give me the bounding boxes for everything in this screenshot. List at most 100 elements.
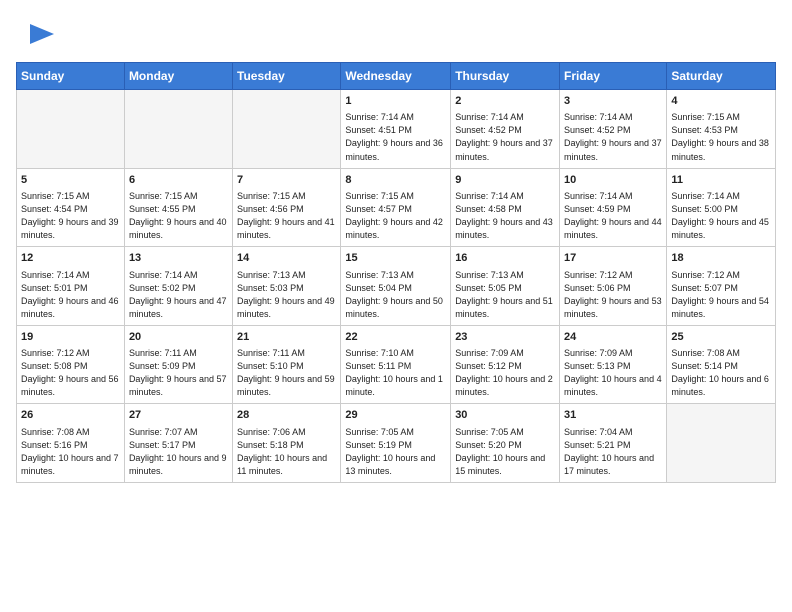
day-info: Sunrise: 7:13 AM Sunset: 5:03 PM Dayligh… [237, 269, 336, 321]
day-cell-4: 4 Sunrise: 7:15 AM Sunset: 4:53 PM Daylig… [667, 90, 776, 169]
day-cell-8: 8 Sunrise: 7:15 AM Sunset: 4:57 PM Daylig… [341, 168, 451, 247]
day-number: 16 [455, 251, 555, 266]
week-row-2: 12 Sunrise: 7:14 AM Sunset: 5:01 PM Dayli… [17, 247, 776, 326]
day-info: Sunrise: 7:14 AM Sunset: 4:59 PM Dayligh… [564, 190, 662, 242]
day-info: Sunrise: 7:14 AM Sunset: 4:52 PM Dayligh… [455, 111, 555, 163]
day-info: Sunrise: 7:14 AM Sunset: 5:00 PM Dayligh… [671, 190, 771, 242]
day-number: 19 [21, 330, 120, 345]
day-number: 29 [345, 408, 446, 423]
day-cell-5: 5 Sunrise: 7:15 AM Sunset: 4:54 PM Daylig… [17, 168, 125, 247]
day-cell-7: 7Sunrise: 7:15 AM Sunset: 4:56 PM Daylig… [233, 168, 341, 247]
day-info: Sunrise: 7:04 AM Sunset: 5:21 PM Dayligh… [564, 426, 662, 478]
day-cell-23: 23 Sunrise: 7:09 AM Sunset: 5:12 PM Dayli… [451, 325, 560, 404]
day-cell-2: 2 Sunrise: 7:14 AM Sunset: 4:52 PM Daylig… [451, 90, 560, 169]
day-cell-19: 19 Sunrise: 7:12 AM Sunset: 5:08 PM Dayli… [17, 325, 125, 404]
day-number: 5 [21, 173, 120, 188]
week-row-1: 5 Sunrise: 7:15 AM Sunset: 4:54 PM Daylig… [17, 168, 776, 247]
day-number: 20 [129, 330, 228, 345]
day-info: Sunrise: 7:15 AM Sunset: 4:56 PM Dayligh… [237, 190, 336, 242]
day-number: 31 [564, 408, 662, 423]
day-cell-11: 11Sunrise: 7:14 AM Sunset: 5:00 PM Dayli… [667, 168, 776, 247]
day-number: 25 [671, 330, 771, 345]
day-number: 9 [455, 173, 555, 188]
calendar-body: 1 Sunrise: 7:14 AM Sunset: 4:51 PM Daylig… [17, 90, 776, 483]
day-cell-27: 27Sunrise: 7:07 AM Sunset: 5:17 PM Dayli… [124, 404, 232, 483]
day-number: 21 [237, 330, 336, 345]
day-info: Sunrise: 7:12 AM Sunset: 5:07 PM Dayligh… [671, 269, 771, 321]
day-info: Sunrise: 7:09 AM Sunset: 5:13 PM Dayligh… [564, 347, 662, 399]
day-number: 3 [564, 94, 662, 109]
week-row-4: 26Sunrise: 7:08 AM Sunset: 5:16 PM Dayli… [17, 404, 776, 483]
day-number: 14 [237, 251, 336, 266]
dow-friday: Friday [560, 63, 667, 90]
day-info: Sunrise: 7:08 AM Sunset: 5:16 PM Dayligh… [21, 426, 120, 478]
day-info: Sunrise: 7:15 AM Sunset: 4:55 PM Dayligh… [129, 190, 228, 242]
week-row-0: 1 Sunrise: 7:14 AM Sunset: 4:51 PM Daylig… [17, 90, 776, 169]
day-info: Sunrise: 7:05 AM Sunset: 5:19 PM Dayligh… [345, 426, 446, 478]
day-info: Sunrise: 7:14 AM Sunset: 5:01 PM Dayligh… [21, 269, 120, 321]
day-cell-15: 15Sunrise: 7:13 AM Sunset: 5:04 PM Dayli… [341, 247, 451, 326]
day-number: 10 [564, 173, 662, 188]
dow-monday: Monday [124, 63, 232, 90]
day-cell-28: 28Sunrise: 7:06 AM Sunset: 5:18 PM Dayli… [233, 404, 341, 483]
day-cell-1: 1 Sunrise: 7:14 AM Sunset: 4:51 PM Daylig… [341, 90, 451, 169]
day-number: 27 [129, 408, 228, 423]
day-number: 30 [455, 408, 555, 423]
day-cell-13: 13 Sunrise: 7:14 AM Sunset: 5:02 PM Dayli… [124, 247, 232, 326]
day-cell-3: 3 Sunrise: 7:14 AM Sunset: 4:52 PM Daylig… [560, 90, 667, 169]
empty-cell [17, 90, 125, 169]
day-info: Sunrise: 7:05 AM Sunset: 5:20 PM Dayligh… [455, 426, 555, 478]
day-cell-22: 22Sunrise: 7:10 AM Sunset: 5:11 PM Dayli… [341, 325, 451, 404]
day-cell-6: 6 Sunrise: 7:15 AM Sunset: 4:55 PM Daylig… [124, 168, 232, 247]
empty-cell [124, 90, 232, 169]
day-cell-9: 9 Sunrise: 7:14 AM Sunset: 4:58 PM Daylig… [451, 168, 560, 247]
day-number: 8 [345, 173, 446, 188]
day-info: Sunrise: 7:06 AM Sunset: 5:18 PM Dayligh… [237, 426, 336, 478]
day-cell-21: 21Sunrise: 7:11 AM Sunset: 5:10 PM Dayli… [233, 325, 341, 404]
day-info: Sunrise: 7:14 AM Sunset: 5:02 PM Dayligh… [129, 269, 228, 321]
day-number: 15 [345, 251, 446, 266]
day-number: 18 [671, 251, 771, 266]
day-cell-20: 20 Sunrise: 7:11 AM Sunset: 5:09 PM Dayli… [124, 325, 232, 404]
day-cell-17: 17Sunrise: 7:12 AM Sunset: 5:06 PM Dayli… [560, 247, 667, 326]
day-info: Sunrise: 7:15 AM Sunset: 4:57 PM Dayligh… [345, 190, 446, 242]
day-cell-30: 30 Sunrise: 7:05 AM Sunset: 5:20 PM Dayli… [451, 404, 560, 483]
day-cell-26: 26Sunrise: 7:08 AM Sunset: 5:16 PM Dayli… [17, 404, 125, 483]
dow-wednesday: Wednesday [341, 63, 451, 90]
day-cell-16: 16Sunrise: 7:13 AM Sunset: 5:05 PM Dayli… [451, 247, 560, 326]
empty-cell [233, 90, 341, 169]
day-info: Sunrise: 7:15 AM Sunset: 4:54 PM Dayligh… [21, 190, 120, 242]
day-info: Sunrise: 7:09 AM Sunset: 5:12 PM Dayligh… [455, 347, 555, 399]
day-info: Sunrise: 7:08 AM Sunset: 5:14 PM Dayligh… [671, 347, 771, 399]
day-cell-25: 25 Sunrise: 7:08 AM Sunset: 5:14 PM Dayli… [667, 325, 776, 404]
days-of-week-row: SundayMondayTuesdayWednesdayThursdayFrid… [17, 63, 776, 90]
day-cell-31: 31 Sunrise: 7:04 AM Sunset: 5:21 PM Dayli… [560, 404, 667, 483]
week-row-3: 19 Sunrise: 7:12 AM Sunset: 5:08 PM Dayli… [17, 325, 776, 404]
empty-cell [667, 404, 776, 483]
dow-tuesday: Tuesday [233, 63, 341, 90]
day-number: 22 [345, 330, 446, 345]
day-number: 1 [345, 94, 446, 109]
day-number: 6 [129, 173, 228, 188]
logo [16, 16, 54, 52]
day-info: Sunrise: 7:14 AM Sunset: 4:51 PM Dayligh… [345, 111, 446, 163]
day-info: Sunrise: 7:14 AM Sunset: 4:52 PM Dayligh… [564, 111, 662, 163]
day-info: Sunrise: 7:15 AM Sunset: 4:53 PM Dayligh… [671, 111, 771, 163]
day-info: Sunrise: 7:11 AM Sunset: 5:09 PM Dayligh… [129, 347, 228, 399]
day-cell-24: 24 Sunrise: 7:09 AM Sunset: 5:13 PM Dayli… [560, 325, 667, 404]
day-number: 12 [21, 251, 120, 266]
calendar: SundayMondayTuesdayWednesdayThursdayFrid… [16, 62, 776, 483]
day-number: 4 [671, 94, 771, 109]
day-cell-29: 29 Sunrise: 7:05 AM Sunset: 5:19 PM Dayli… [341, 404, 451, 483]
dow-sunday: Sunday [17, 63, 125, 90]
dow-thursday: Thursday [451, 63, 560, 90]
header [16, 16, 776, 52]
day-info: Sunrise: 7:12 AM Sunset: 5:08 PM Dayligh… [21, 347, 120, 399]
day-number: 24 [564, 330, 662, 345]
day-number: 23 [455, 330, 555, 345]
day-cell-10: 10 Sunrise: 7:14 AM Sunset: 4:59 PM Dayli… [560, 168, 667, 247]
day-number: 13 [129, 251, 228, 266]
logo-icon [18, 16, 54, 52]
day-number: 2 [455, 94, 555, 109]
day-info: Sunrise: 7:14 AM Sunset: 4:58 PM Dayligh… [455, 190, 555, 242]
